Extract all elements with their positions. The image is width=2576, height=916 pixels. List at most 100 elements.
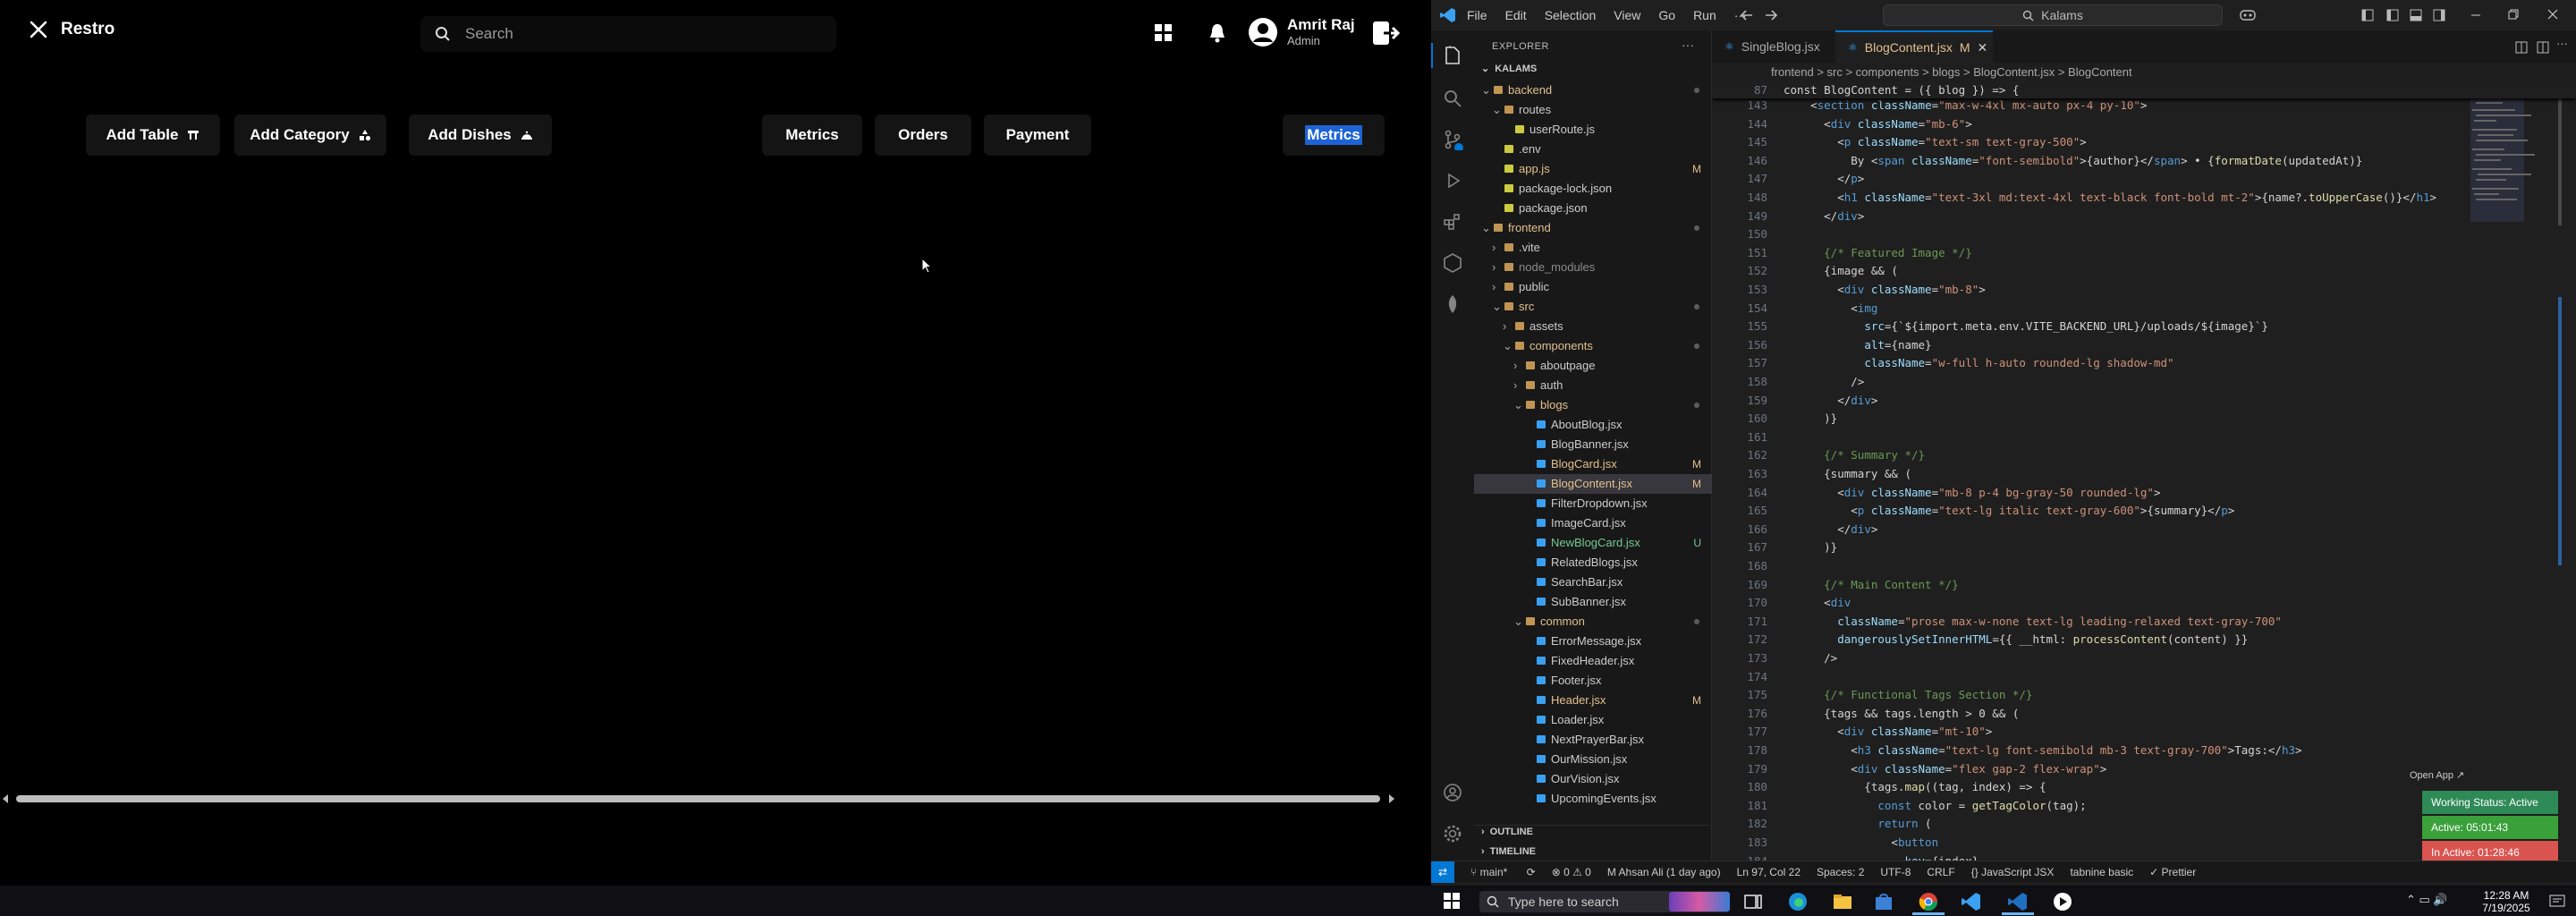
- tree-file[interactable]: SubBanner.jsx: [1474, 592, 1712, 612]
- tree-file[interactable]: package-lock.json: [1474, 179, 1712, 199]
- dashboard-icon[interactable]: [1152, 21, 1175, 45]
- tree-file[interactable]: Loader.jsx: [1474, 710, 1712, 730]
- toggle-secondary-sidebar-icon[interactable]: [2433, 9, 2445, 21]
- timeline-section[interactable]: › TIMELINE: [1481, 846, 1536, 857]
- tree-file[interactable]: SearchBar.jsx: [1474, 572, 1712, 592]
- scroll-right-icon[interactable]: [1388, 794, 1395, 803]
- logout-icon[interactable]: [1371, 20, 1400, 47]
- search-input[interactable]: [463, 24, 803, 44]
- toggle-panel-icon[interactable]: [2410, 9, 2422, 21]
- tree-folder[interactable]: ⌄ src: [1474, 297, 1712, 317]
- indentation-status[interactable]: Spaces: 2: [1817, 866, 1864, 878]
- encoding-status[interactable]: UTF-8: [1880, 866, 1911, 878]
- tree-folder[interactable]: › node_modules: [1474, 258, 1712, 277]
- minimap[interactable]: [2465, 82, 2563, 852]
- problems-status[interactable]: ⊗ 0 ⚠ 0: [1552, 866, 1591, 878]
- tree-folder[interactable]: ⌄ frontend: [1474, 218, 1712, 238]
- add-category-button[interactable]: Add Category: [234, 114, 386, 156]
- nav-metrics-selected[interactable]: Metrics: [1283, 114, 1385, 156]
- tree-file[interactable]: Footer.jsx: [1474, 671, 1712, 691]
- menu-item[interactable]: Go: [1658, 8, 1675, 22]
- close-tab-icon[interactable]: ✕: [1978, 40, 1988, 55]
- nav-orders[interactable]: Orders: [875, 114, 971, 156]
- nav-payment[interactable]: Payment: [984, 114, 1091, 156]
- tree-file[interactable]: OurMission.jsx: [1474, 750, 1712, 769]
- add-dishes-button[interactable]: Add Dishes: [409, 114, 552, 156]
- tree-file[interactable]: app.js M: [1474, 159, 1712, 179]
- minimize-icon[interactable]: [2470, 11, 2481, 20]
- tree-folder[interactable]: › assets: [1474, 317, 1712, 336]
- vscode-second-icon[interactable]: [2007, 891, 2029, 912]
- settings-gear-icon[interactable]: [1442, 823, 1463, 844]
- tree-file[interactable]: NextPrayerBar.jsx: [1474, 730, 1712, 750]
- chrome-icon[interactable]: [1918, 891, 1939, 912]
- task-view-icon[interactable]: [1742, 891, 1764, 912]
- menu-item[interactable]: View: [1614, 8, 1640, 22]
- source-control-icon[interactable]: [1442, 129, 1463, 150]
- remote-explorer-icon[interactable]: [1442, 252, 1463, 274]
- tree-file[interactable]: OurVision.jsx: [1474, 769, 1712, 789]
- user-profile[interactable]: Amrit Raj Admin: [1248, 16, 1355, 47]
- workspace-header[interactable]: ⌄ KALAMS: [1481, 63, 1537, 74]
- tree-file[interactable]: NewBlogCard.jsx U: [1474, 533, 1712, 553]
- remote-indicator-icon[interactable]: ⇄: [1431, 861, 1455, 883]
- taskbar-clock[interactable]: 12:28 AM 7/19/2025: [2470, 889, 2542, 914]
- forward-arrow-icon[interactable]: [1764, 9, 1778, 21]
- brand-logo[interactable]: Restro: [29, 20, 114, 39]
- edge-icon[interactable]: [1787, 891, 1809, 912]
- more-actions-icon[interactable]: ···: [2556, 37, 2568, 50]
- git-blame-status[interactable]: M Ahsan Ali (1 day ago): [1607, 866, 1721, 878]
- cursor-position[interactable]: Ln 97, Col 22: [1737, 866, 1801, 878]
- tab-blogcontent[interactable]: ⚛ BlogContent.jsx M ✕: [1835, 30, 1993, 63]
- tree-folder[interactable]: ⌄ common: [1474, 612, 1712, 632]
- branch-status[interactable]: ⑂ main* ⟳: [1470, 866, 1536, 878]
- tree-file[interactable]: userRoute.js: [1474, 120, 1712, 140]
- tree-file[interactable]: BlogBanner.jsx: [1474, 435, 1712, 454]
- tree-file[interactable]: FixedHeader.jsx: [1474, 651, 1712, 671]
- tree-file[interactable]: .env: [1474, 140, 1712, 159]
- eol-status[interactable]: CRLF: [1927, 866, 1954, 878]
- outline-section[interactable]: › OUTLINE: [1481, 827, 1533, 837]
- menu-item[interactable]: Selection: [1545, 8, 1597, 22]
- nav-metrics[interactable]: Metrics: [762, 114, 862, 156]
- tree-folder[interactable]: › auth: [1474, 376, 1712, 395]
- layout-icon[interactable]: [2361, 9, 2374, 21]
- search-bar[interactable]: [420, 16, 836, 52]
- tree-file[interactable]: BlogCard.jsx M: [1474, 454, 1712, 474]
- split-editor-icon[interactable]: [2537, 41, 2549, 54]
- tree-file[interactable]: Header.jsx M: [1474, 691, 1712, 710]
- menu-item[interactable]: Edit: [1505, 8, 1527, 22]
- copilot-icon[interactable]: [2240, 9, 2259, 21]
- tree-file[interactable]: package.json: [1474, 199, 1712, 218]
- tabnine-status[interactable]: tabnine basic: [2070, 866, 2133, 878]
- account-icon[interactable]: [1442, 782, 1463, 803]
- more-actions-icon[interactable]: ···: [1682, 38, 1694, 52]
- tree-folder[interactable]: › public: [1474, 277, 1712, 297]
- tree-folder[interactable]: ⌄ backend: [1474, 81, 1712, 100]
- restore-icon[interactable]: [2508, 9, 2519, 20]
- tree-file[interactable]: RelatedBlogs.jsx: [1474, 553, 1712, 572]
- tree-file[interactable]: ImageCard.jsx: [1474, 513, 1712, 533]
- tree-folder[interactable]: › .vite: [1474, 238, 1712, 258]
- tree-file[interactable]: ErrorMessage.jsx: [1474, 632, 1712, 651]
- explorer-icon[interactable]: [1442, 45, 1463, 66]
- breadcrumb[interactable]: frontend > src > components > blogs > Bl…: [1712, 63, 2576, 82]
- media-app-icon[interactable]: [2052, 891, 2073, 912]
- compare-icon[interactable]: [2515, 41, 2528, 54]
- notification-icon[interactable]: [2549, 895, 2565, 909]
- tree-file[interactable]: UpcomingEvents.jsx: [1474, 789, 1712, 809]
- add-table-button[interactable]: Add Table: [86, 114, 220, 156]
- taskbar-search[interactable]: Type here to search: [1479, 891, 1730, 912]
- tab-singleblog[interactable]: ⚛ SingleBlog.jsx: [1712, 30, 1835, 63]
- prettier-status[interactable]: ✓ Prettier: [2149, 866, 2196, 878]
- scroll-left-icon[interactable]: [2, 794, 9, 803]
- mongodb-leaf-icon[interactable]: [1442, 293, 1463, 315]
- system-tray-icons[interactable]: ⌃ ▭ 🔊: [2406, 893, 2448, 907]
- file-explorer-icon[interactable]: [1832, 891, 1853, 912]
- run-debug-icon[interactable]: [1442, 170, 1463, 191]
- extensions-icon[interactable]: [1442, 211, 1463, 233]
- search-icon[interactable]: [1442, 88, 1463, 109]
- vscode-taskbar-icon[interactable]: [1961, 891, 1982, 912]
- tree-file[interactable]: FilterDropdown.jsx: [1474, 494, 1712, 513]
- command-center[interactable]: Kalams: [1883, 4, 2223, 26]
